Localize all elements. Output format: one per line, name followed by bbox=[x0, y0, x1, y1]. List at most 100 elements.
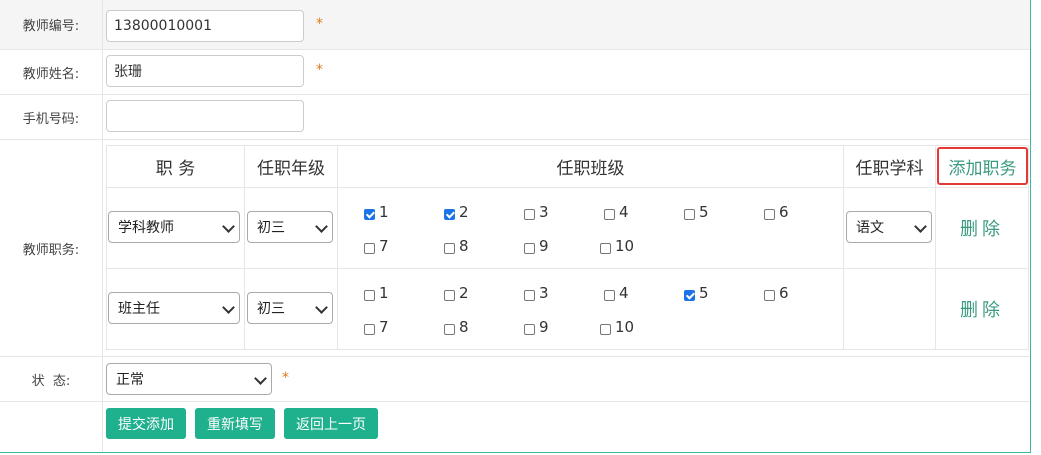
add-duty-button[interactable]: 添加职务 bbox=[937, 147, 1028, 185]
class-label: 3 bbox=[539, 284, 549, 302]
checkbox-icon[interactable] bbox=[444, 208, 455, 220]
class-checkbox-2[interactable]: 2 bbox=[444, 284, 469, 302]
phone-label: 手机号码: bbox=[0, 95, 103, 139]
header-grade: 任职年级 bbox=[244, 145, 338, 188]
position-select[interactable]: 班主任 bbox=[108, 292, 240, 324]
checkbox-icon[interactable] bbox=[364, 323, 375, 335]
checkbox-icon[interactable] bbox=[764, 208, 775, 220]
class-label: 5 bbox=[699, 284, 709, 302]
class-checkbox-4[interactable]: 4 bbox=[604, 284, 629, 302]
class-label: 2 bbox=[459, 284, 469, 302]
duty-table: 职 务 任职年级 任职班级 任职学科 添加职务 学科教师 初三 1 2 3 4 … bbox=[106, 145, 1029, 350]
grade-select-value: 初三 bbox=[257, 301, 285, 317]
class-checkbox-3[interactable]: 3 bbox=[524, 284, 549, 302]
grade-select-value: 初三 bbox=[257, 220, 285, 236]
class-label: 8 bbox=[459, 237, 469, 255]
checkbox-icon[interactable] bbox=[684, 289, 695, 301]
position-cell: 班主任 bbox=[106, 268, 245, 350]
class-label: 3 bbox=[539, 203, 549, 221]
class-label: 4 bbox=[619, 203, 629, 221]
class-label: 7 bbox=[379, 237, 389, 255]
table-row: 学科教师 初三 1 2 3 4 5 6 7 8 9 10 语文 删除 bbox=[106, 187, 1029, 269]
class-checkbox-2[interactable]: 2 bbox=[444, 203, 469, 221]
checkbox-icon[interactable] bbox=[600, 323, 611, 335]
checkbox-icon[interactable] bbox=[364, 242, 375, 254]
class-label: 6 bbox=[779, 203, 789, 221]
checkbox-icon[interactable] bbox=[444, 242, 455, 254]
chevron-down-icon bbox=[222, 220, 235, 233]
back-button[interactable]: 返回上一页 bbox=[284, 408, 378, 439]
class-label: 5 bbox=[699, 203, 709, 221]
header-add-cell: 添加职务 bbox=[935, 145, 1029, 188]
class-checkbox-5[interactable]: 5 bbox=[684, 203, 709, 221]
classes-cell: 1 2 3 4 5 6 7 8 9 10 bbox=[337, 268, 844, 350]
reset-button[interactable]: 重新填写 bbox=[195, 408, 275, 439]
actions-label bbox=[0, 402, 103, 452]
delete-cell: 删除 bbox=[935, 268, 1029, 350]
header-classes: 任职班级 bbox=[337, 145, 844, 188]
class-checkbox-9[interactable]: 9 bbox=[524, 237, 549, 255]
checkbox-icon[interactable] bbox=[524, 242, 535, 254]
delete-duty-button[interactable]: 删除 bbox=[936, 188, 1028, 268]
row-status: 状 态: 正常 * bbox=[0, 357, 1030, 402]
chevron-down-icon bbox=[222, 301, 235, 314]
grade-select[interactable]: 初三 bbox=[247, 292, 333, 324]
chevron-down-icon bbox=[315, 220, 328, 233]
chevron-down-icon bbox=[254, 372, 267, 385]
teacher-id-label: 教师编号: bbox=[0, 0, 103, 49]
class-label: 7 bbox=[379, 318, 389, 336]
checkbox-icon[interactable] bbox=[444, 323, 455, 335]
class-checkbox-1[interactable]: 1 bbox=[364, 284, 389, 302]
class-checkbox-1[interactable]: 1 bbox=[364, 203, 389, 221]
class-checkbox-9[interactable]: 9 bbox=[524, 318, 549, 336]
checkbox-icon[interactable] bbox=[364, 208, 375, 220]
header-subject: 任职学科 bbox=[843, 145, 936, 188]
position-select[interactable]: 学科教师 bbox=[108, 211, 240, 243]
delete-duty-button[interactable]: 删除 bbox=[936, 269, 1028, 349]
table-row: 班主任 初三 1 2 3 4 5 6 7 8 9 10 删除 bbox=[106, 268, 1029, 350]
chevron-down-icon bbox=[315, 301, 328, 314]
row-phone: 手机号码: bbox=[0, 95, 1030, 140]
class-checkbox-6[interactable]: 6 bbox=[764, 203, 789, 221]
checkbox-icon[interactable] bbox=[684, 208, 695, 220]
checkbox-icon[interactable] bbox=[524, 289, 535, 301]
class-label: 10 bbox=[615, 237, 635, 255]
class-checkbox-8[interactable]: 8 bbox=[444, 318, 469, 336]
position-cell: 学科教师 bbox=[106, 187, 245, 269]
checkbox-icon[interactable] bbox=[524, 323, 535, 335]
class-label: 9 bbox=[539, 318, 549, 336]
teacher-id-input[interactable] bbox=[106, 10, 304, 42]
checkbox-icon[interactable] bbox=[764, 289, 775, 301]
class-label: 1 bbox=[379, 203, 389, 221]
checkbox-icon[interactable] bbox=[604, 208, 615, 220]
required-mark: * bbox=[316, 62, 323, 78]
class-checkbox-6[interactable]: 6 bbox=[764, 284, 789, 302]
phone-input[interactable] bbox=[106, 100, 304, 132]
position-select-value: 班主任 bbox=[118, 301, 160, 317]
submit-button[interactable]: 提交添加 bbox=[106, 408, 186, 439]
grade-cell: 初三 bbox=[244, 187, 338, 269]
checkbox-icon[interactable] bbox=[604, 289, 615, 301]
checkbox-icon[interactable] bbox=[364, 289, 375, 301]
checkbox-icon[interactable] bbox=[444, 289, 455, 301]
class-checkbox-4[interactable]: 4 bbox=[604, 203, 629, 221]
status-label: 状 态: bbox=[0, 357, 103, 401]
grade-select[interactable]: 初三 bbox=[247, 211, 333, 243]
row-teacher-id: 教师编号: * bbox=[0, 0, 1030, 50]
class-checkbox-3[interactable]: 3 bbox=[524, 203, 549, 221]
subject-select[interactable]: 语文 bbox=[846, 211, 932, 243]
class-checkbox-7[interactable]: 7 bbox=[364, 237, 389, 255]
teacher-form: 教师编号: * 教师姓名: * 手机号码: 教师职务: 职 务 任职年级 任职班… bbox=[0, 0, 1031, 453]
checkbox-icon[interactable] bbox=[600, 242, 611, 254]
class-checkbox-8[interactable]: 8 bbox=[444, 237, 469, 255]
teacher-name-input[interactable] bbox=[106, 55, 304, 87]
teacher-name-label: 教师姓名: bbox=[0, 50, 103, 94]
class-label: 4 bbox=[619, 284, 629, 302]
status-select[interactable]: 正常 bbox=[106, 363, 272, 395]
required-mark: * bbox=[282, 370, 289, 386]
checkbox-icon[interactable] bbox=[524, 208, 535, 220]
class-checkbox-10[interactable]: 10 bbox=[600, 318, 634, 336]
class-checkbox-10[interactable]: 10 bbox=[600, 237, 634, 255]
class-checkbox-5[interactable]: 5 bbox=[684, 284, 709, 302]
class-checkbox-7[interactable]: 7 bbox=[364, 318, 389, 336]
